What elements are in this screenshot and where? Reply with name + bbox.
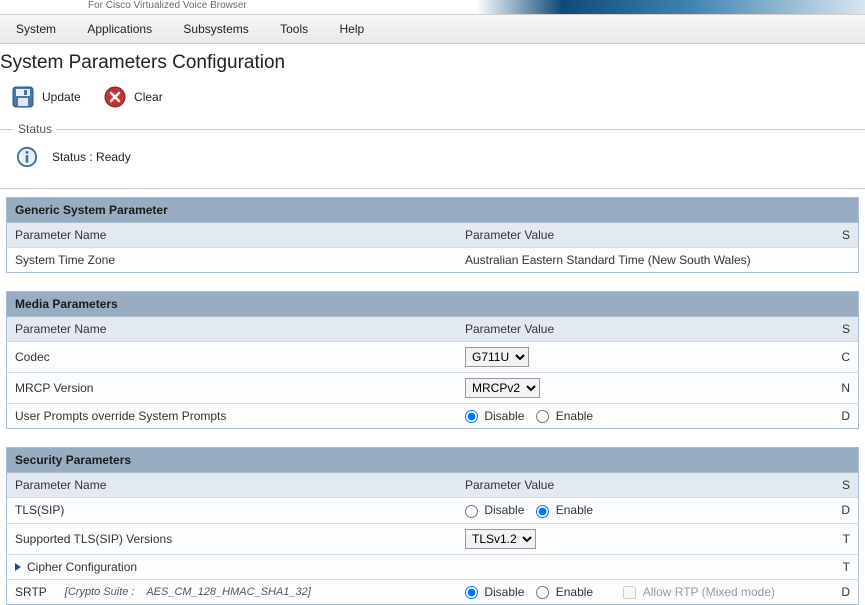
col-parameter-name: Parameter Name <box>7 317 457 341</box>
tls-version-select[interactable]: TLSv1.2 <box>465 529 536 549</box>
radio-tls-enable[interactable]: Enable <box>536 503 593 517</box>
param-value: Australian Eastern Standard Time (New So… <box>457 248 842 272</box>
col-suggested: S <box>834 317 858 341</box>
page-title: System Parameters Configuration <box>0 44 865 78</box>
param-label: Cipher Configuration <box>27 560 137 574</box>
info-icon <box>14 144 40 170</box>
status-legend: Status <box>14 122 56 136</box>
row-cipher-configuration[interactable]: Cipher Configuration T <box>7 555 858 580</box>
param-label: Supported TLS(SIP) Versions <box>7 524 457 554</box>
param-label: Codec <box>7 342 457 372</box>
menu-system[interactable]: System <box>2 19 70 39</box>
menu-applications[interactable]: Applications <box>73 19 166 39</box>
save-icon <box>10 84 36 110</box>
section-generic: Generic System Parameter Parameter Name … <box>6 197 859 273</box>
section-media: Media Parameters Parameter Name Paramete… <box>6 291 859 429</box>
param-label: TLS(SIP) <box>7 498 457 522</box>
clear-button[interactable]: Clear <box>102 84 163 110</box>
row-tls-versions: Supported TLS(SIP) Versions TLSv1.2 T <box>7 524 858 555</box>
row-codec: Codec G711U C <box>7 342 858 373</box>
section-security: Security Parameters Parameter Name Param… <box>6 447 859 605</box>
section-media-header: Media Parameters <box>7 292 858 317</box>
col-parameter-value: Parameter Value <box>457 317 834 341</box>
codec-select[interactable]: G711U <box>465 347 529 367</box>
radio-input[interactable] <box>465 410 478 423</box>
top-banner: For Cisco Virtualized Voice Browser <box>0 0 865 14</box>
divider <box>0 188 865 189</box>
col-parameter-name: Parameter Name <box>7 223 457 247</box>
status-text: Status : Ready <box>52 150 131 164</box>
col-suggested: S <box>834 473 858 497</box>
param-label: User Prompts override System Prompts <box>7 404 457 428</box>
radio-input[interactable] <box>536 505 549 518</box>
allow-rtp-checkbox: Allow RTP (Mixed mode) <box>623 585 775 599</box>
radio-srtp-enable[interactable]: Enable <box>536 585 593 599</box>
checkbox-input <box>623 586 636 599</box>
param-label: MRCP Version <box>7 373 457 403</box>
status-panel: Status Status : Ready <box>0 122 865 178</box>
section-security-header: Security Parameters <box>7 448 858 473</box>
clear-label: Clear <box>134 90 163 104</box>
table-header: Parameter Name Parameter Value S <box>7 317 858 342</box>
close-circle-icon <box>102 84 128 110</box>
crypto-suite-label: [Crypto Suite : AES_CM_128_HMAC_SHA1_32] <box>65 586 311 598</box>
mrcp-version-select[interactable]: MRCPv2 <box>465 378 540 398</box>
col-suggested: S <box>834 223 858 247</box>
param-label: System Time Zone <box>7 248 457 272</box>
radio-user-prompts-enable[interactable]: Enable <box>536 409 593 423</box>
row-user-prompts-override: User Prompts override System Prompts Dis… <box>7 404 858 428</box>
menu-help[interactable]: Help <box>325 19 378 39</box>
radio-tls-disable[interactable]: Disable <box>465 503 524 517</box>
update-button[interactable]: Update <box>10 84 81 110</box>
row-tls-sip: TLS(SIP) Disable Enable D <box>7 498 858 523</box>
update-label: Update <box>42 90 81 104</box>
radio-srtp-disable[interactable]: Disable <box>465 585 524 599</box>
table-header: Parameter Name Parameter Value S <box>7 223 858 248</box>
table-header: Parameter Name Parameter Value S <box>7 473 858 498</box>
toolbar: Update Clear <box>0 78 865 118</box>
menu-tools[interactable]: Tools <box>266 19 322 39</box>
col-parameter-value: Parameter Value <box>457 223 834 247</box>
chevron-right-icon <box>15 563 21 571</box>
radio-input[interactable] <box>465 586 478 599</box>
radio-user-prompts-disable[interactable]: Disable <box>465 409 524 423</box>
col-parameter-name: Parameter Name <box>7 473 457 497</box>
row-mrcp-version: MRCP Version MRCPv2 N <box>7 373 858 404</box>
radio-input[interactable] <box>536 410 549 423</box>
row-srtp: SRTP [Crypto Suite : AES_CM_128_HMAC_SHA… <box>7 580 858 604</box>
radio-input[interactable] <box>536 586 549 599</box>
menu-subsystems[interactable]: Subsystems <box>169 19 262 39</box>
menu-bar: System Applications Subsystems Tools Hel… <box>0 14 865 44</box>
section-generic-header: Generic System Parameter <box>7 198 858 223</box>
col-parameter-value: Parameter Value <box>457 473 834 497</box>
row-system-time-zone: System Time Zone Australian Eastern Stan… <box>7 248 858 272</box>
product-subtitle: For Cisco Virtualized Voice Browser <box>88 0 247 11</box>
param-label: SRTP <box>15 585 47 599</box>
radio-input[interactable] <box>465 505 478 518</box>
